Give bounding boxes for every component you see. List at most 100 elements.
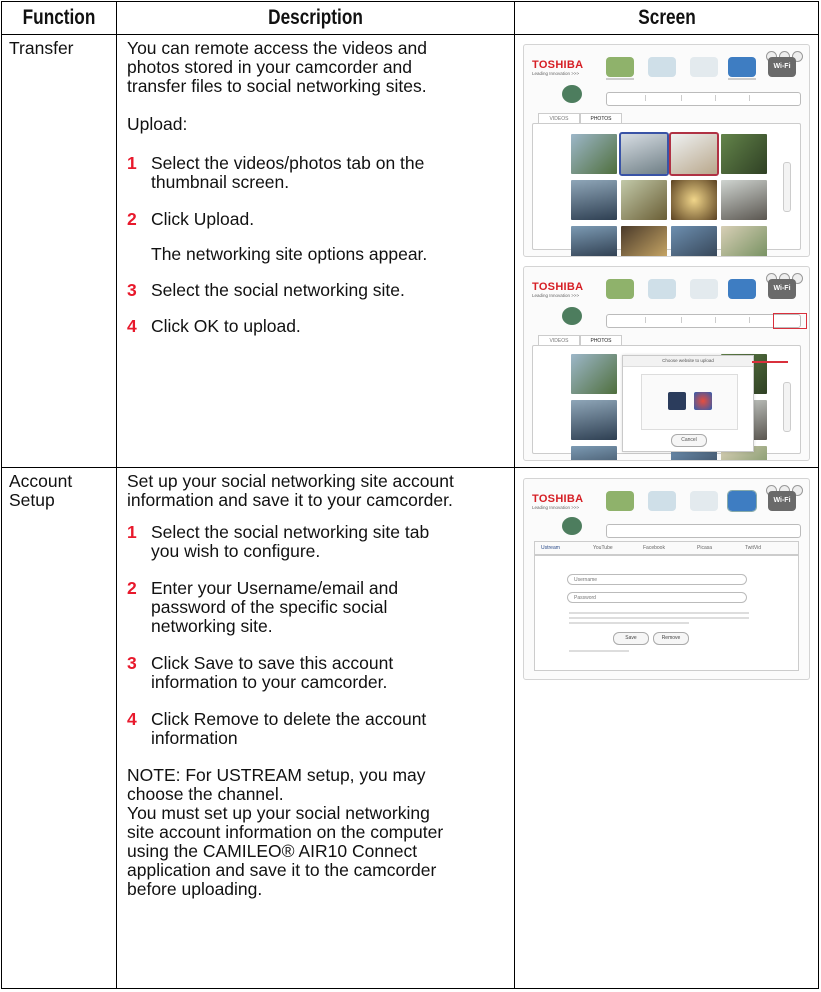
share-icon: [690, 279, 718, 299]
dialog-cancel-button: Cancel: [671, 434, 707, 447]
help-text-line: [569, 612, 749, 614]
function-table: Function Description Screen Transfer You…: [1, 1, 819, 989]
function-line: Setup: [9, 490, 55, 510]
column-divider: [116, 2, 117, 988]
tab-youtube: YouTube: [593, 545, 613, 551]
username-field: Username: [567, 574, 747, 585]
screen-thumbnail-browser: TOSHIBA Leading Innovation >>> Wi-Fi VIDE…: [523, 44, 810, 257]
upload-label: Upload:: [127, 114, 188, 134]
step-text: The networking site options appear.: [151, 244, 428, 264]
share-icon: [690, 57, 718, 77]
header-description: Description: [268, 6, 363, 29]
step-number: 4: [127, 316, 137, 336]
photo-thumbnail: [721, 134, 767, 174]
picasa-site-icon: [694, 392, 712, 410]
note-line: site account information on the computer: [127, 822, 444, 842]
step-number: 3: [127, 653, 137, 673]
photo-thumbnail: [571, 226, 617, 256]
account-note: NOTE: For USTREAM setup, you may choose …: [127, 766, 512, 899]
wifi-setup-icon: Wi-Fi: [768, 279, 796, 299]
step-number: 3: [127, 280, 137, 300]
browse-icon: [606, 491, 634, 511]
camera-icon: [648, 57, 676, 77]
browse-icon: [606, 57, 634, 77]
account-setup-icon: [728, 279, 756, 299]
photo-thumbnail: [571, 400, 617, 440]
site-options: [641, 374, 738, 430]
photo-thumbnail-selected: [669, 132, 719, 176]
step-text: Click Remove to delete the account: [151, 709, 427, 729]
camcorder-icon: [562, 307, 582, 325]
action-bar: [606, 92, 801, 106]
camcorder-icon: [562, 517, 582, 535]
toolbar-caption: [728, 78, 756, 80]
step-text: Click OK to upload.: [151, 316, 301, 336]
note-line: NOTE: For USTREAM setup, you may: [127, 765, 426, 785]
photo-thumbnail: [621, 226, 667, 256]
tab-facebook: Facebook: [643, 545, 665, 551]
step-text: you wish to configure.: [151, 541, 321, 561]
wifi-setup-icon: Wi-Fi: [768, 491, 796, 511]
step-text: Select the videos/photos tab on the: [151, 153, 425, 173]
tab-picasa: Picasa: [697, 545, 713, 551]
row-divider: [2, 467, 818, 468]
step-text: Select the social networking site.: [151, 280, 405, 300]
intro-line: photos stored in your camcorder and: [127, 57, 413, 77]
column-divider: [514, 2, 515, 988]
intro-line: You can remote access the videos and: [127, 38, 427, 58]
function-account-setup: Account Setup: [9, 472, 72, 510]
social-site-tabs: Ustream YouTube Facebook Picasa TwitVid: [534, 541, 799, 555]
step-number: 1: [127, 522, 137, 542]
step-text: information: [151, 728, 238, 748]
camera-icon: [648, 491, 676, 511]
tab-twitvid: TwitVid: [745, 545, 762, 551]
photo-thumbnail: [671, 226, 717, 256]
wifi-setup-icon: Wi-Fi: [768, 57, 796, 77]
intro-line: transfer files to social networking site…: [127, 76, 427, 96]
share-icon: [690, 491, 718, 511]
tab-ustream: Ustream: [541, 545, 560, 551]
note-line: application and save it to the camcorder: [127, 860, 437, 880]
photo-thumbnail: [621, 180, 667, 220]
choose-website-dialog: Choose website to upload Cancel: [622, 355, 754, 452]
step-text: thumbnail screen.: [151, 172, 290, 192]
row-divider: [2, 34, 818, 35]
step-text: Click Save to save this account: [151, 653, 394, 673]
info-bar: [606, 524, 801, 538]
step-number: 1: [127, 153, 137, 173]
camcorder-icon: [562, 85, 582, 103]
step-number: 2: [127, 578, 137, 598]
intro-line: information and save it to your camcorde…: [127, 490, 453, 510]
help-text-line: [569, 622, 689, 624]
photo-thumbnail: [571, 446, 617, 460]
youtube-site-icon: [668, 392, 686, 410]
photo-thumbnail: [721, 226, 767, 256]
upload-highlight: [773, 313, 807, 329]
toshiba-logo: TOSHIBA Leading Innovation >>>: [532, 281, 584, 298]
step-text: Select the social networking site tab: [151, 522, 430, 542]
screen-account-setup: TOSHIBA Leading Innovation >>> Wi-Fi Ustr…: [523, 478, 810, 680]
toshiba-logo: TOSHIBA Leading Innovation >>>: [532, 493, 584, 510]
transfer-description: You can remote access the videos and pho…: [127, 39, 512, 459]
remove-button: Remove: [653, 632, 689, 645]
privacy-link-line: [569, 650, 629, 652]
screen-upload-dialog: TOSHIBA Leading Innovation >>> Wi-Fi VIDE…: [523, 266, 810, 461]
password-field: Password: [567, 592, 747, 603]
photo-thumbnail: [571, 134, 617, 174]
browse-icon: [606, 279, 634, 299]
account-description: Set up your social networking site accou…: [127, 472, 512, 982]
account-setup-icon: [727, 490, 757, 512]
thumbnail-scrollbar: [783, 382, 791, 432]
function-line: Account: [9, 471, 73, 491]
action-bar: [606, 314, 801, 328]
header-screen: Screen: [638, 6, 696, 29]
note-line: using the CAMILEO® AIR10 Connect: [127, 841, 418, 861]
help-text-line: [569, 617, 749, 619]
callout-line: [752, 361, 788, 363]
function-transfer: Transfer: [9, 38, 74, 58]
account-setup-icon: [728, 57, 756, 77]
step-text: information to your camcorder.: [151, 672, 388, 692]
camera-icon: [648, 279, 676, 299]
note-line: You must set up your social networking: [127, 803, 430, 823]
step-text: Enter your Username/email and: [151, 578, 399, 598]
